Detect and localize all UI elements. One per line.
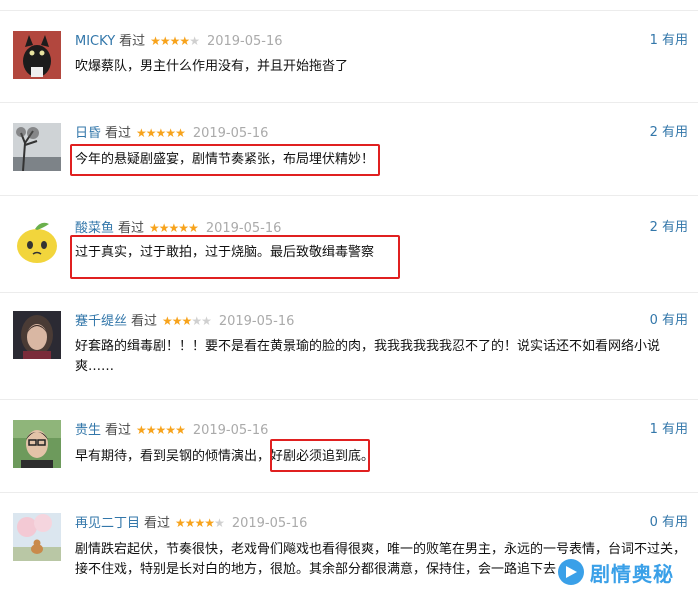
comment-date: 2019-05-16 [218, 314, 295, 329]
star-rating: ★★★★★ [136, 423, 186, 437]
useful-vote-button[interactable]: 0 有用 [650, 311, 688, 331]
avatar-cherry[interactable] [13, 513, 61, 561]
useful-vote-button[interactable]: 2 有用 [650, 123, 688, 143]
username-link[interactable]: 日昏 [75, 126, 101, 141]
comment-date: 2019-05-16 [205, 221, 282, 236]
highlight-box [70, 235, 400, 279]
avatar-cat[interactable] [13, 31, 61, 79]
star-rating: ★★★★★ [162, 314, 212, 328]
divider [0, 102, 698, 103]
comment-meta: 日昏 看过 ★★★★★ 2019-05-16 [75, 123, 268, 143]
avatar-woman[interactable] [13, 311, 61, 359]
play-logo-icon [558, 559, 584, 585]
watched-label: 看过 [105, 423, 132, 438]
username-link[interactable]: 酸菜鱼 [75, 221, 114, 236]
comment-date: 2019-05-16 [192, 126, 269, 141]
comment-meta: MICKY 看过 ★★★★★ 2019-05-16 [75, 31, 283, 51]
star-rating: ★★★★★ [150, 34, 200, 48]
username-link[interactable]: 蹇千缇丝 [75, 314, 127, 329]
highlight-box [70, 144, 380, 176]
useful-vote-button[interactable]: 1 有用 [650, 420, 688, 440]
comment-item: MICKY 看过 ★★★★★ 2019-05-16 1 有用 吹爆蔡队，男主什么作用没… [0, 0, 698, 102]
watched-label: 看过 [105, 126, 132, 141]
watermark: 剧情奥秘 [558, 557, 674, 587]
avatar-lemon[interactable] [13, 218, 61, 266]
star-rating: ★★★★★ [136, 126, 186, 140]
watched-label: 看过 [119, 34, 146, 49]
divider [0, 195, 698, 196]
star-rating: ★★★★★ [175, 516, 225, 530]
divider [0, 292, 698, 293]
comment-meta: 贵生 看过 ★★★★★ 2019-05-16 [75, 420, 268, 440]
comment-text: 早有期待，看到吴钢的倾情演出，好剧必须追到底。 [75, 449, 375, 464]
username-link[interactable]: MICKY [75, 34, 115, 49]
username-link[interactable]: 贵生 [75, 423, 101, 438]
useful-vote-button[interactable]: 1 有用 [650, 31, 688, 51]
comment-text: 好套路的缉毒剧！！！要不是看在黄景瑜的脸的肉，我我我我我我忍不了的！说实话还不如… [75, 339, 661, 374]
comment-meta: 蹇千缇丝 看过 ★★★★★ 2019-05-16 [75, 311, 294, 331]
watermark-text: 剧情奥秘 [590, 561, 674, 586]
comment-text: 吹爆蔡队，男主什么作用没有，并且开始拖沓了 [75, 59, 349, 74]
useful-vote-button[interactable]: 2 有用 [650, 218, 688, 238]
username-link[interactable]: 再见二丁目 [75, 516, 140, 531]
comment-meta: 再见二丁目 看过 ★★★★★ 2019-05-16 [75, 513, 307, 533]
comment-date: 2019-05-16 [206, 34, 283, 49]
avatar-man[interactable] [13, 420, 61, 468]
watched-label: 看过 [131, 314, 158, 329]
avatar-tree[interactable] [13, 123, 61, 171]
highlight-box [270, 439, 370, 472]
watched-label: 看过 [144, 516, 171, 531]
divider [0, 399, 698, 400]
watched-label: 看过 [118, 221, 145, 236]
comment-date: 2019-05-16 [192, 423, 269, 438]
comment-date: 2019-05-16 [231, 516, 308, 531]
divider [0, 492, 698, 493]
star-rating: ★★★★★ [149, 221, 199, 235]
useful-vote-button[interactable]: 0 有用 [650, 513, 688, 533]
